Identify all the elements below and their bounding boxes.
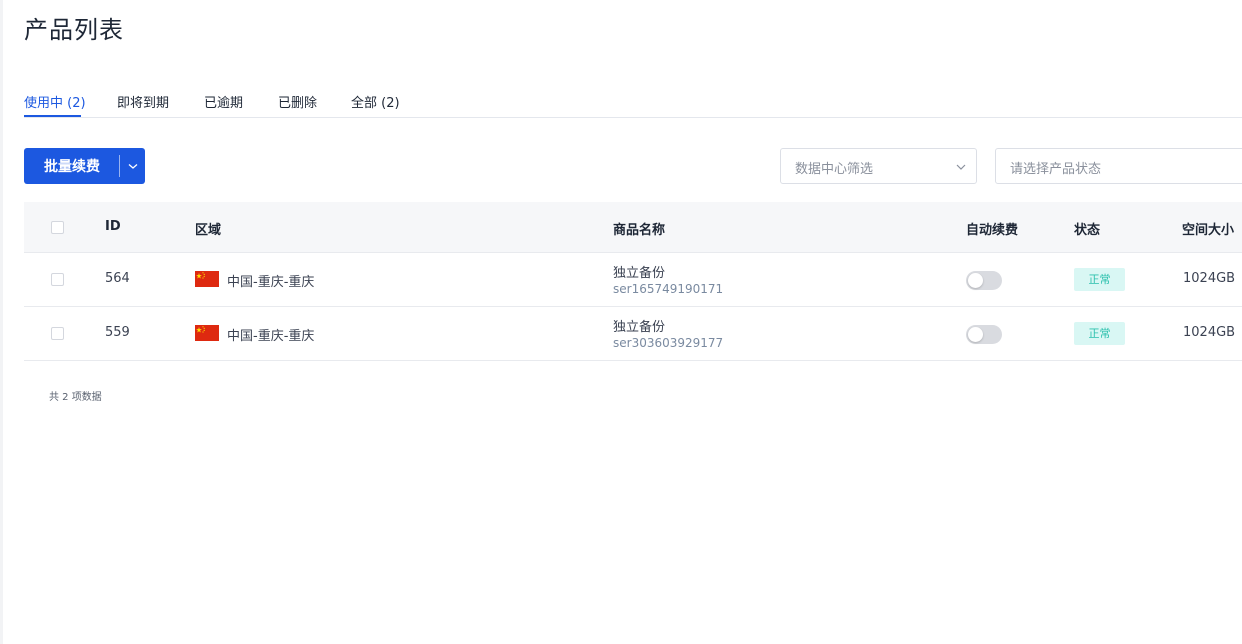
left-edge: [0, 0, 3, 644]
row-size: 1024GB: [1183, 271, 1236, 286]
column-header-status: 状态: [1074, 223, 1101, 238]
china-flag-icon: [195, 325, 219, 341]
column-header-region: 区域: [195, 223, 222, 238]
datacenter-filter-select[interactable]: 数据中心筛选: [780, 148, 977, 184]
status-badge: 正常: [1074, 322, 1125, 345]
total-count: 共 2 项数据: [49, 392, 102, 403]
status-tabs: 使用中 (2) 即将到期 已逾期 已删除 全部 (2): [24, 88, 1242, 118]
button-divider: [119, 155, 120, 177]
page-title: 产品列表: [24, 16, 124, 44]
column-header-id: ID: [105, 219, 121, 234]
column-header-size: 空间大小: [1182, 223, 1235, 238]
select-all-checkbox[interactable]: [51, 221, 64, 234]
tab-deleted[interactable]: 已删除: [278, 92, 317, 111]
datacenter-filter-placeholder: 数据中心筛选: [795, 162, 874, 177]
chevron-down-icon[interactable]: [125, 157, 141, 175]
active-tab-indicator: [24, 115, 81, 117]
row-product-name: 独立备份: [613, 266, 666, 281]
batch-renew-label: 批量续费: [44, 159, 100, 175]
row-region: 中国-重庆-重庆: [227, 275, 315, 290]
auto-renew-toggle[interactable]: [966, 325, 1002, 344]
column-header-product-name: 商品名称: [613, 223, 666, 238]
column-header-auto-renew: 自动续费: [966, 223, 1019, 238]
row-id: 559: [105, 325, 130, 340]
chevron-down-icon: [954, 159, 968, 173]
toggle-knob: [968, 273, 983, 288]
table-row: 559 中国-重庆-重庆 独立备份 ser303603929177 正常 102…: [24, 307, 1242, 361]
row-region: 中国-重庆-重庆: [227, 329, 315, 344]
table-row: 564 中国-重庆-重庆 独立备份 ser165749190171 正常 102…: [24, 253, 1242, 307]
status-badge: 正常: [1074, 268, 1125, 291]
tab-expiring-soon[interactable]: 即将到期: [117, 92, 169, 111]
table-header: ID 区域 商品名称 自动续费 状态 空间大小: [24, 202, 1242, 253]
product-status-select[interactable]: 请选择产品状态: [995, 148, 1242, 184]
row-product-id[interactable]: ser165749190171: [613, 282, 723, 296]
row-product-name: 独立备份: [613, 320, 666, 335]
row-size: 1024GB: [1183, 325, 1236, 340]
tab-in-use[interactable]: 使用中 (2): [24, 92, 86, 111]
china-flag-icon: [195, 271, 219, 287]
toggle-knob: [968, 327, 983, 342]
tab-all[interactable]: 全部 (2): [351, 92, 400, 111]
auto-renew-toggle[interactable]: [966, 271, 1002, 290]
product-status-placeholder: 请选择产品状态: [1010, 162, 1102, 177]
row-checkbox[interactable]: [51, 327, 64, 340]
row-id: 564: [105, 271, 130, 286]
tab-overdue[interactable]: 已逾期: [204, 92, 243, 111]
batch-renew-button[interactable]: 批量续费: [24, 148, 145, 184]
row-product-id[interactable]: ser303603929177: [613, 336, 723, 350]
row-checkbox[interactable]: [51, 273, 64, 286]
